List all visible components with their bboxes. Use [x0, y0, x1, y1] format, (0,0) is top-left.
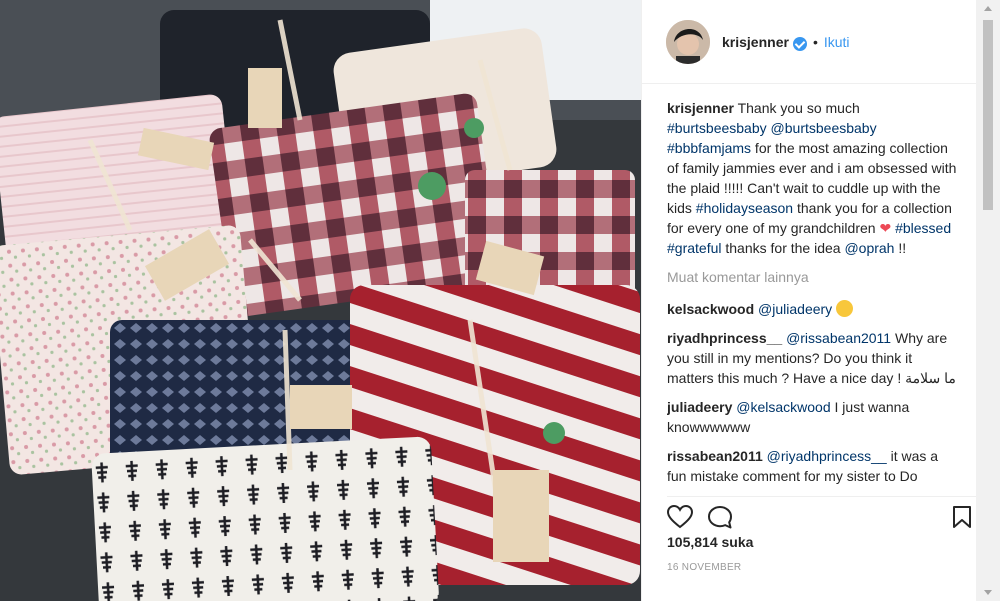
post-sidebar: krisjenner • Ikuti krisjenner Thank you …: [641, 0, 977, 601]
comment-item: juliadeery @kelsackwood I just wanna kno…: [667, 397, 957, 437]
mention-link[interactable]: #burtsbeesbaby: [667, 120, 767, 136]
mention-link[interactable]: @riyadhprincess__: [767, 448, 887, 464]
post-date[interactable]: 16 NOVEMBER: [667, 562, 741, 573]
post-header: krisjenner • Ikuti: [642, 0, 977, 84]
red-heart-emoji: ❤: [879, 220, 892, 236]
comment-item: rissabean2011 @riyadhprincess__ it was a…: [667, 446, 957, 486]
separator-dot: •: [812, 33, 818, 50]
load-more-comments-button[interactable]: Muat komentar lainnya: [667, 267, 957, 287]
comment-item: kelsackwood @juliadeery: [667, 299, 957, 319]
comment-item: riyadhprincess__ @rissabean2011 Why are …: [667, 328, 957, 388]
post-username[interactable]: krisjenner: [722, 34, 789, 50]
bookmark-icon[interactable]: [952, 505, 972, 529]
comment-username[interactable]: juliadeery: [667, 399, 732, 415]
mention-link[interactable]: @rissabean2011: [786, 330, 891, 346]
comment-username[interactable]: rissabean2011: [667, 448, 763, 464]
mention-link[interactable]: #bbbfamjams: [667, 140, 751, 156]
comment-username[interactable]: riyadhprincess__: [667, 330, 782, 346]
scroll-down-arrow-icon[interactable]: [984, 590, 992, 595]
comment-text: !!: [894, 240, 907, 256]
like-count[interactable]: 105,814 suka: [667, 534, 753, 550]
comment-list[interactable]: krisjenner Thank you so much #burtsbeesb…: [667, 98, 957, 486]
comment-text: thanks for the idea: [721, 240, 845, 256]
comment-bubble-icon[interactable]: [707, 505, 733, 529]
confused-face-emoji-icon: [836, 300, 854, 317]
verified-badge-icon: [792, 36, 807, 51]
caption: krisjenner Thank you so much #burtsbeesb…: [667, 98, 957, 258]
mention-link[interactable]: @kelsackwood: [736, 399, 830, 415]
scroll-up-arrow-icon[interactable]: [984, 6, 992, 11]
caption-username[interactable]: krisjenner: [667, 100, 734, 116]
mention-link[interactable]: @burtsbeesbaby: [771, 120, 877, 136]
mention-link[interactable]: #blessed: [895, 220, 951, 236]
window-scrollbar[interactable]: [976, 0, 1000, 601]
avatar[interactable]: [666, 19, 710, 64]
action-bar: [667, 496, 977, 531]
scrollbar-thumb[interactable]: [983, 20, 993, 210]
heart-outline-icon[interactable]: [667, 505, 693, 529]
mention-link[interactable]: #holidayseason: [696, 200, 793, 216]
comment-username[interactable]: kelsackwood: [667, 301, 754, 317]
mention-link[interactable]: #grateful: [667, 240, 721, 256]
follow-button[interactable]: Ikuti: [824, 34, 850, 50]
caption-text: Thank you so much #burtsbeesbaby @burtsb…: [667, 100, 956, 256]
mention-link[interactable]: @juliadeery: [758, 301, 832, 317]
mention-link[interactable]: @oprah: [844, 240, 894, 256]
comment-text: Thank you so much: [733, 100, 860, 116]
post-photo[interactable]: [0, 0, 641, 601]
